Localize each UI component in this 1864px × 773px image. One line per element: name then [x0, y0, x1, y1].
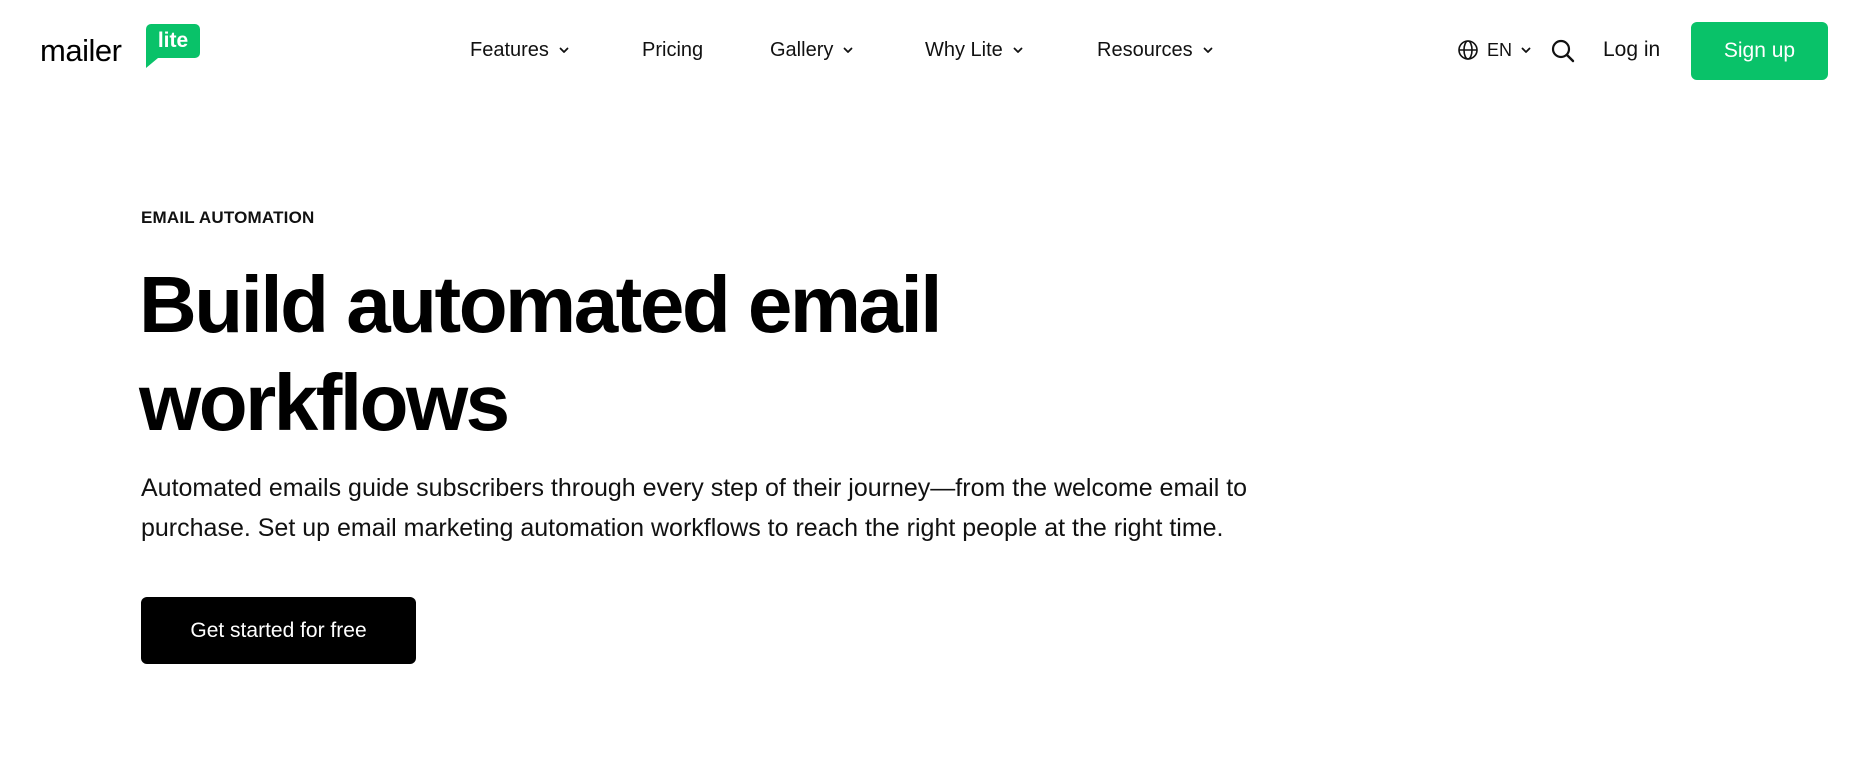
nav-item-features[interactable]: Features	[470, 36, 570, 64]
signup-button[interactable]: Sign up	[1691, 22, 1828, 80]
get-started-button[interactable]: Get started for free	[141, 597, 416, 664]
nav-item-why-lite[interactable]: Why Lite	[925, 36, 1024, 64]
chevron-down-icon	[1521, 47, 1531, 53]
search-button[interactable]	[1550, 38, 1576, 64]
chevron-down-icon	[843, 47, 853, 53]
hero-title: Build automated email workflows	[139, 256, 1239, 452]
site-header: mailer lite Features Pricing Gallery Why…	[0, 0, 1864, 100]
main-nav: Features Pricing Gallery Why Lite Resour…	[0, 0, 1864, 100]
nav-item-label: Pricing	[642, 38, 704, 61]
globe-icon	[1458, 40, 1478, 60]
hero-title-line: workflows	[139, 358, 510, 447]
nav-item-label: Features	[470, 38, 549, 61]
hero-eyebrow: EMAIL AUTOMATION	[141, 208, 315, 227]
nav-item-resources[interactable]: Resources	[1097, 36, 1214, 64]
hero-title-line: Build automated email	[139, 260, 942, 349]
chevron-down-icon	[1013, 47, 1023, 53]
hero-subtitle: Automated emails guide subscribers throu…	[141, 468, 1381, 548]
nav-item-label: Gallery	[770, 38, 834, 61]
hero-subtitle-line: purchase. Set up email marketing automat…	[141, 514, 1224, 542]
nav-item-label: Why Lite	[925, 38, 1003, 61]
nav-item-gallery[interactable]: Gallery	[770, 36, 854, 64]
chevron-down-icon	[559, 47, 569, 53]
language-selector[interactable]: EN	[1457, 36, 1532, 64]
logo-badge-text: lite	[157, 29, 189, 52]
nav-item-pricing[interactable]: Pricing	[642, 36, 703, 64]
chevron-down-icon	[1203, 47, 1213, 53]
page: mailer lite Features Pricing Gallery Why…	[0, 0, 1864, 773]
hero-subtitle-line: Automated emails guide subscribers throu…	[141, 474, 1248, 502]
logo-speech-bubble-icon: lite	[146, 24, 200, 68]
logo-wordmark: mailer	[40, 33, 122, 68]
search-icon	[1551, 39, 1575, 63]
language-label: EN	[1487, 39, 1513, 60]
login-link[interactable]: Log in	[1603, 36, 1660, 64]
nav-item-label: Resources	[1097, 38, 1193, 61]
mailerlite-logo[interactable]: mailer lite	[40, 24, 205, 72]
